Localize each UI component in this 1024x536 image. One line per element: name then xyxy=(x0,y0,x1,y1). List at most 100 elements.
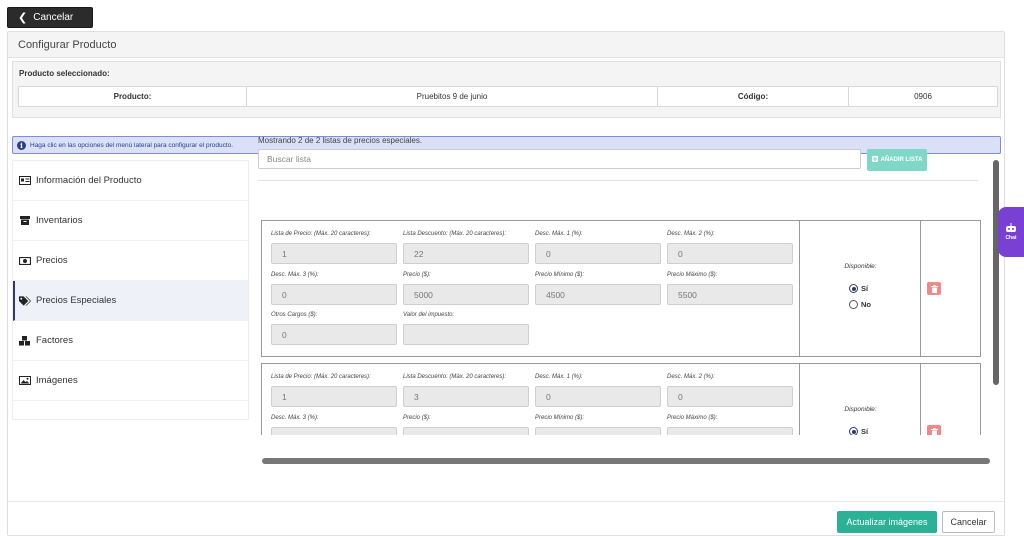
other-charges-label: Otros Cargos ($): xyxy=(271,312,318,318)
max-price-label: Precio Máximo ($): xyxy=(667,415,718,421)
price-list-input[interactable]: 1 xyxy=(271,386,397,407)
price-list-label: Lista de Precio: (Máx. 20 caracteres): xyxy=(271,374,371,380)
selected-product-label: Producto seleccionado: xyxy=(19,69,110,78)
price-label: Precio ($): xyxy=(403,272,431,278)
product-header: Producto: xyxy=(19,87,247,106)
id-card-icon xyxy=(19,176,31,186)
sidebar-item-product-info[interactable]: Información del Producto xyxy=(13,161,248,201)
availability-panel: Disponible: Sí No xyxy=(800,364,921,435)
chat-widget[interactable]: Chat xyxy=(998,207,1024,257)
desc2-label: Desc. Máx. 2 (%): xyxy=(667,231,715,237)
desc3-input[interactable]: 0 xyxy=(271,427,397,435)
page-title: Configurar Producto xyxy=(8,32,1004,58)
desc2-input[interactable]: 0 xyxy=(667,243,793,264)
special-prices-panel: Mostrando 2 de 2 listas de precios espec… xyxy=(254,128,989,435)
image-icon xyxy=(19,376,31,386)
price-list-fields: Lista de Precio: (Máx. 20 caracteres): L… xyxy=(262,221,800,356)
desc1-label: Desc. Máx. 1 (%): xyxy=(535,231,583,237)
no-label: No xyxy=(861,300,871,309)
radio-checked-icon[interactable] xyxy=(849,427,858,435)
search-list-input[interactable]: Buscar lista xyxy=(258,149,861,169)
trash-icon xyxy=(930,427,938,435)
available-yes-option[interactable]: Sí xyxy=(849,427,868,435)
radio-unchecked-icon[interactable] xyxy=(849,300,858,309)
sidebar-item-inventories[interactable]: Inventarios xyxy=(13,201,248,241)
min-price-input[interactable]: 4500 xyxy=(535,284,661,305)
footer-divider xyxy=(8,501,1004,502)
max-price-input[interactable]: 5500 xyxy=(667,284,793,305)
delete-panel xyxy=(921,221,980,356)
desc1-input[interactable]: 0 xyxy=(535,386,661,407)
sidebar-item-prices[interactable]: Precios xyxy=(13,241,248,281)
chevron-left-icon: ❮ xyxy=(18,12,28,24)
price-input[interactable]: 5000 xyxy=(403,284,529,305)
plus-icon xyxy=(871,156,878,164)
info-text: Haga clic en las opciones del menú later… xyxy=(30,141,234,149)
back-button-label: Cancelar xyxy=(33,12,74,23)
price-list-input[interactable]: 1 xyxy=(271,243,397,264)
info-icon: i xyxy=(17,140,26,150)
tags-icon xyxy=(19,295,31,306)
add-list-label: AÑADIR LISTA xyxy=(880,157,923,163)
sidebar-item-special-prices[interactable]: Precios Especiales xyxy=(13,281,248,321)
sidebar-item-label: Imágenes xyxy=(36,375,78,386)
cubes-icon xyxy=(19,335,31,346)
sidebar-item-label: Precios Especiales xyxy=(36,295,117,306)
add-list-button[interactable]: AÑADIR LISTA xyxy=(867,149,927,171)
price-list-fields: Lista de Precio: (Máx. 20 caracteres): L… xyxy=(262,364,800,435)
sidebar-item-label: Información del Producto xyxy=(36,175,142,186)
discount-list-input[interactable]: 22 xyxy=(403,243,529,264)
horizontal-scrollbar[interactable] xyxy=(262,458,990,464)
availability-panel: Disponible: Sí No xyxy=(800,221,921,356)
trash-icon xyxy=(930,284,938,293)
chat-bot-icon xyxy=(1006,223,1016,232)
desc1-label: Desc. Máx. 1 (%): xyxy=(535,374,583,380)
available-label: Disponible: xyxy=(844,406,877,413)
desc3-label: Desc. Máx. 3 (%): xyxy=(271,415,319,421)
discount-list-label: Lista Descuento: (Máx. 20 caracteres): xyxy=(403,374,507,380)
delete-panel xyxy=(921,364,980,435)
sidebar-item-images[interactable]: Imágenes xyxy=(13,361,248,401)
price-list-card: Lista de Precio: (Máx. 20 caracteres): L… xyxy=(261,363,981,435)
vertical-scrollbar[interactable] xyxy=(993,160,999,385)
available-label: Disponible: xyxy=(844,263,877,270)
price-list-card: Lista de Precio: (Máx. 20 caracteres): L… xyxy=(261,220,981,357)
min-price-label: Precio Mínimo ($): xyxy=(535,415,585,421)
min-price-input[interactable]: 2500 xyxy=(535,427,661,435)
price-input[interactable]: 3000 xyxy=(403,427,529,435)
lists-count-text: Mostrando 2 de 2 listas de precios espec… xyxy=(258,136,423,145)
yes-label: Sí xyxy=(861,427,869,435)
price-label: Precio ($): xyxy=(403,415,431,421)
tax-value-label: Valor del impuesto: xyxy=(403,312,455,318)
delete-button[interactable] xyxy=(927,425,941,435)
discount-list-label: Lista Descuento: (Máx. 20 caracteres): xyxy=(403,231,507,237)
radio-checked-icon[interactable] xyxy=(849,284,858,293)
sidebar-item-label: Factores xyxy=(36,335,73,346)
selected-product-panel: Producto seleccionado: Producto: Pruebit… xyxy=(12,61,1001,118)
desc3-input[interactable]: 0 xyxy=(271,284,397,305)
discount-list-input[interactable]: 3 xyxy=(403,386,529,407)
back-button[interactable]: ❮ Cancelar xyxy=(7,7,93,28)
sidebar-item-factors[interactable]: Factores xyxy=(13,321,248,361)
price-list-label: Lista de Precio: (Máx. 20 caracteres): xyxy=(271,231,371,237)
update-images-button[interactable]: Actualizar imágenes xyxy=(837,511,937,533)
sidebar-menu: Información del Producto Inventarios Pre… xyxy=(12,160,249,420)
money-icon xyxy=(19,256,31,266)
min-price-label: Precio Mínimo ($): xyxy=(535,272,585,278)
chat-label: Chat xyxy=(1005,235,1017,241)
desc2-label: Desc. Máx. 2 (%): xyxy=(667,374,715,380)
desc1-input[interactable]: 0 xyxy=(535,243,661,264)
cancel-button[interactable]: Cancelar xyxy=(942,511,995,533)
available-yes-option[interactable]: Sí xyxy=(849,284,868,293)
max-price-input[interactable]: 3500 xyxy=(667,427,793,435)
code-value: 0906 xyxy=(914,92,932,101)
available-no-option[interactable]: No xyxy=(849,300,871,309)
delete-button[interactable] xyxy=(927,282,941,295)
tax-value-input[interactable] xyxy=(403,324,529,345)
sidebar-item-label: Inventarios xyxy=(36,215,83,226)
other-charges-input[interactable]: 0 xyxy=(271,324,397,345)
archive-icon xyxy=(19,216,31,226)
desc2-input[interactable]: 0 xyxy=(667,386,793,407)
selected-product-table: Producto: Pruebitos 9 de junio Código: 0… xyxy=(18,86,998,107)
desc3-label: Desc. Máx. 3 (%): xyxy=(271,272,319,278)
